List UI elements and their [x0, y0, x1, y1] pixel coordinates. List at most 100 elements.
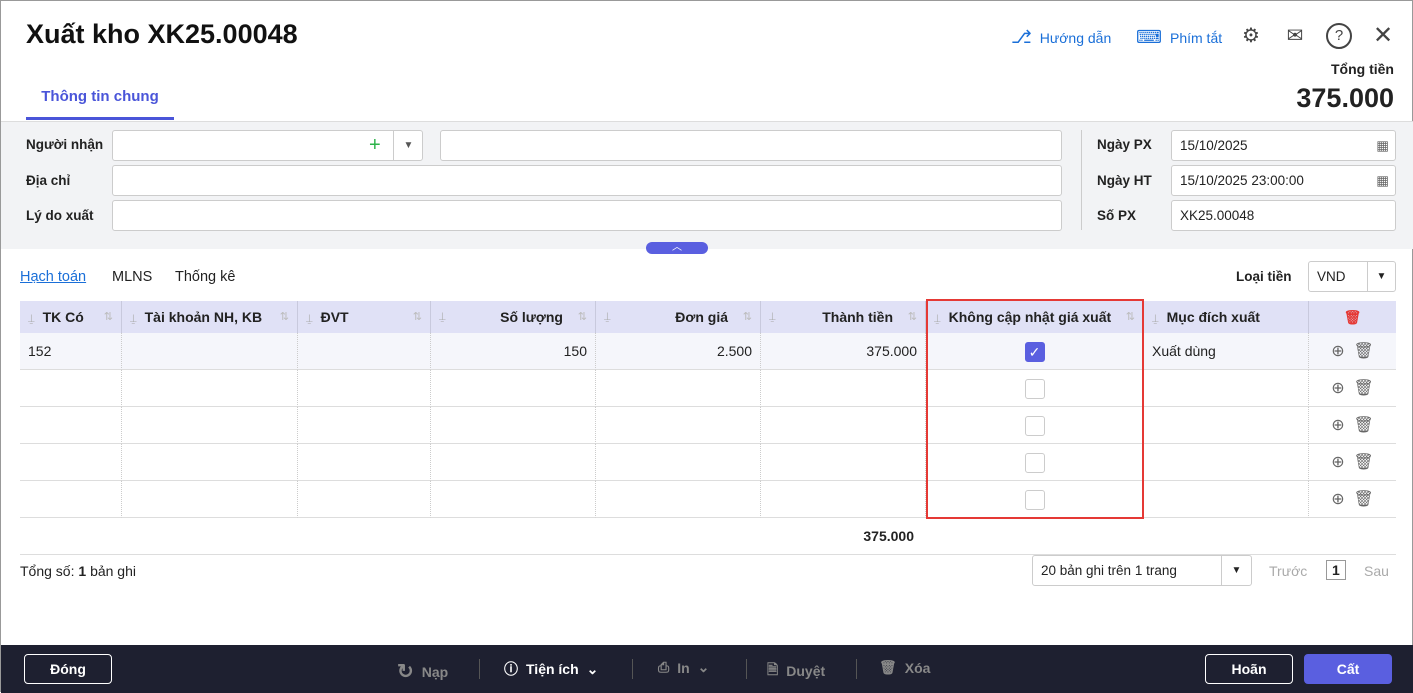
- shortcuts-button[interactable]: ⌨ Phím tắt: [1136, 27, 1222, 48]
- table-cell[interactable]: [20, 481, 122, 518]
- trash-icon[interactable]: 🗑: [1353, 491, 1373, 508]
- mail-icon[interactable]: ✉: [1282, 23, 1308, 49]
- add-row-icon[interactable]: ⊕: [1331, 454, 1344, 471]
- close-button[interactable]: Đóng: [24, 654, 112, 684]
- date-ht-input[interactable]: 15/10/2025 23:00:00 ▦: [1171, 165, 1396, 196]
- column-header[interactable]: ⍊ ĐVT ⇅: [298, 301, 431, 333]
- next-button[interactable]: Sau: [1364, 563, 1389, 579]
- sort-icon[interactable]: ⇅: [104, 301, 113, 333]
- pin-icon[interactable]: ⍊: [28, 313, 35, 325]
- column-header[interactable]: ⍊ Đơn giá ⇅: [596, 301, 761, 333]
- column-header[interactable]: ⍊ Tài khoản NH, KB ⇅: [122, 301, 298, 333]
- subtab-thong-ke[interactable]: Thống kê: [175, 269, 235, 285]
- tab-general-info[interactable]: Thông tin chung: [26, 83, 174, 120]
- postpone-button[interactable]: Hoãn: [1205, 654, 1293, 684]
- date-px-input[interactable]: 15/10/2025 ▦: [1171, 130, 1396, 161]
- pin-icon[interactable]: ⍊: [439, 301, 446, 333]
- table-cell[interactable]: [298, 481, 431, 518]
- recipient-input[interactable]: + ▼: [112, 130, 423, 161]
- page-size-select[interactable]: 20 bản ghi trên 1 trang ▼: [1032, 555, 1252, 586]
- table-cell[interactable]: [122, 407, 298, 444]
- close-icon[interactable]: ✕: [1370, 23, 1396, 49]
- add-row-icon[interactable]: ⊕: [1331, 491, 1344, 508]
- collapse-button[interactable]: ︿: [646, 242, 708, 254]
- trash-icon[interactable]: 🗑: [1353, 380, 1373, 397]
- table-cell[interactable]: [20, 444, 122, 481]
- table-cell[interactable]: [20, 407, 122, 444]
- table-cell[interactable]: [1144, 370, 1309, 407]
- reload-button[interactable]: ↻ Nạp: [397, 659, 448, 684]
- column-header[interactable]: ⍊ Mục đích xuất: [1144, 301, 1309, 333]
- trash-icon[interactable]: 🗑: [1353, 343, 1373, 360]
- calendar-icon[interactable]: ▦: [1376, 166, 1389, 195]
- table-cell[interactable]: [298, 370, 431, 407]
- table-cell[interactable]: [1144, 407, 1309, 444]
- save-button[interactable]: Cất: [1304, 654, 1392, 684]
- table-cell[interactable]: [298, 444, 431, 481]
- table-cell[interactable]: [596, 370, 761, 407]
- table-cell[interactable]: [122, 444, 298, 481]
- address-input[interactable]: [112, 165, 1062, 196]
- pin-icon[interactable]: ⍊: [604, 301, 611, 333]
- pin-icon[interactable]: ⍊: [306, 313, 313, 325]
- help-icon[interactable]: ?: [1326, 23, 1352, 49]
- table-cell[interactable]: [431, 407, 596, 444]
- table-cell[interactable]: [596, 481, 761, 518]
- table-cell[interactable]: [1144, 481, 1309, 518]
- table-cell[interactable]: [596, 444, 761, 481]
- delete-all-icon[interactable]: 🗑: [1309, 301, 1396, 333]
- table-cell[interactable]: [122, 370, 298, 407]
- table-cell[interactable]: 152: [20, 333, 122, 370]
- add-icon[interactable]: +: [369, 131, 381, 160]
- delete-button[interactable]: 🗑 Xóa: [879, 659, 930, 676]
- page-number[interactable]: 1: [1326, 560, 1346, 580]
- sort-icon[interactable]: ⇅: [280, 301, 289, 333]
- table-cell[interactable]: [761, 370, 926, 407]
- column-header[interactable]: ⍊ TK Có ⇅: [20, 301, 122, 333]
- table-cell[interactable]: [431, 370, 596, 407]
- table-cell[interactable]: [122, 333, 298, 370]
- pin-icon[interactable]: ⍊: [130, 313, 137, 325]
- calendar-icon[interactable]: ▦: [1376, 131, 1389, 160]
- add-row-icon[interactable]: ⊕: [1331, 380, 1344, 397]
- approve-button[interactable]: 🗎 Duyệt: [767, 659, 825, 683]
- utilities-button[interactable]: ⓘ Tiện ích ⌄: [504, 659, 598, 679]
- table-cell[interactable]: [596, 407, 761, 444]
- print-button[interactable]: ⎙ In ⌄: [658, 659, 709, 676]
- sort-icon[interactable]: ⇅: [908, 301, 917, 333]
- table-cell[interactable]: [431, 481, 596, 518]
- table-cell[interactable]: [122, 481, 298, 518]
- table-cell[interactable]: 375.000: [761, 333, 926, 370]
- table-cell[interactable]: [761, 444, 926, 481]
- recipient-name-input[interactable]: [440, 130, 1062, 161]
- pin-icon[interactable]: ⍊: [1152, 313, 1159, 325]
- reason-input[interactable]: [112, 200, 1062, 231]
- table-cell[interactable]: Xuất dùng: [1144, 333, 1309, 370]
- add-row-icon[interactable]: ⊕: [1331, 417, 1344, 434]
- trash-icon[interactable]: 🗑: [1353, 417, 1373, 434]
- column-header[interactable]: ⍊ Thành tiền ⇅: [761, 301, 926, 333]
- subtab-hach-toan[interactable]: Hạch toán: [20, 269, 86, 285]
- table-cell[interactable]: [298, 333, 431, 370]
- add-row-icon[interactable]: ⊕: [1331, 343, 1344, 360]
- table-cell[interactable]: [761, 481, 926, 518]
- table-cell[interactable]: [431, 444, 596, 481]
- trash-icon[interactable]: 🗑: [1353, 454, 1373, 471]
- column-header[interactable]: ⍊ Số lượng ⇅: [431, 301, 596, 333]
- pin-icon[interactable]: ⍊: [769, 301, 776, 333]
- table-cell[interactable]: 2.500: [596, 333, 761, 370]
- sort-icon[interactable]: ⇅: [413, 301, 422, 333]
- prev-button[interactable]: Trước: [1269, 563, 1307, 579]
- so-px-input[interactable]: XK25.00048: [1171, 200, 1396, 231]
- currency-select[interactable]: VND ▼: [1308, 261, 1396, 292]
- table-cell[interactable]: 150: [431, 333, 596, 370]
- chevron-down-icon[interactable]: ▼: [393, 131, 423, 160]
- subtab-mlns[interactable]: MLNS: [112, 269, 152, 285]
- table-cell[interactable]: [1144, 444, 1309, 481]
- gear-icon[interactable]: ⚙: [1238, 23, 1264, 49]
- sort-icon[interactable]: ⇅: [743, 301, 752, 333]
- table-cell[interactable]: [20, 370, 122, 407]
- guide-button[interactable]: ⎇ Hướng dẫn: [1011, 27, 1111, 48]
- sort-icon[interactable]: ⇅: [578, 301, 587, 333]
- table-cell[interactable]: [298, 407, 431, 444]
